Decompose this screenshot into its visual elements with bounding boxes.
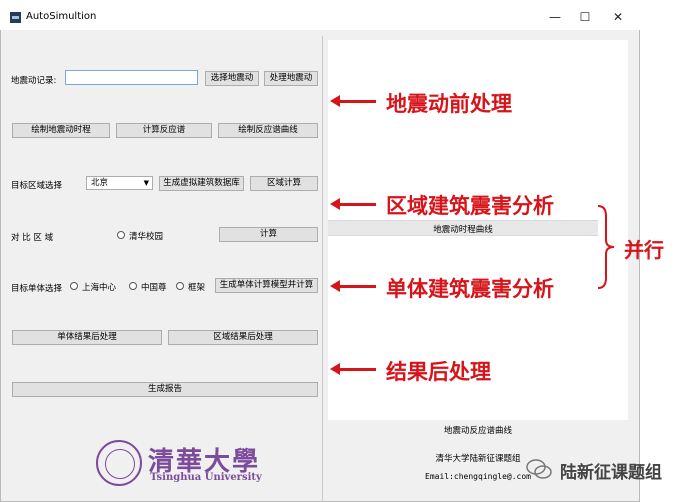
radio-frame[interactable] (176, 282, 184, 290)
panel-divider (322, 36, 323, 502)
arrow-pre-line (338, 100, 376, 103)
radio-shanghai-label: 上海中心 (82, 283, 117, 293)
annotation-pre: 地震动前处理 (386, 92, 512, 116)
select-earthquake-button[interactable]: 选择地震动 (205, 71, 259, 86)
logo-english: Tsinghua University (150, 472, 262, 483)
plot-history-button[interactable]: 绘制地震动时程 (12, 123, 110, 138)
maximize-button[interactable]: ☐ (570, 8, 600, 26)
region-label: 目标区域选择 (11, 181, 63, 191)
annotation-single: 单体建筑震害分析 (386, 277, 554, 301)
spectrum-caption: 地震动反应谱曲线 (443, 426, 512, 436)
record-input[interactable] (65, 70, 198, 85)
tsinghua-seal-icon (96, 440, 142, 486)
radio-frame-label: 框架 (188, 283, 206, 293)
arrow-post-line (338, 368, 376, 371)
region-post-button[interactable]: 区域结果后处理 (168, 330, 318, 345)
window-title: AutoSimultion (26, 11, 97, 22)
process-earthquake-button[interactable]: 处理地震动 (264, 71, 318, 86)
watermark-text: 陆新征课题组 (560, 463, 662, 483)
region-select[interactable]: 北京 ▼ (86, 176, 153, 190)
plot-spectrum-button[interactable]: 绘制反应谱曲线 (218, 123, 318, 138)
radio-zhongguozun-label: 中国尊 (141, 283, 167, 293)
radio-tsinghua[interactable] (117, 231, 125, 239)
single-post-button[interactable]: 单体结果后处理 (12, 330, 162, 345)
arrow-single-line (338, 285, 376, 288)
calc-spectrum-button[interactable]: 计算反应谱 (116, 123, 212, 138)
generate-report-button[interactable]: 生成报告 (12, 382, 318, 397)
single-label: 目标单体选择 (11, 284, 63, 294)
chevron-down-icon: ▼ (143, 179, 149, 187)
single-calc-button[interactable]: 生成单体计算模型并计算 (215, 278, 318, 293)
parallel-bracket (597, 205, 615, 289)
arrow-region-line (338, 203, 376, 206)
record-label: 地震动记录: (11, 76, 57, 86)
radio-shanghai[interactable] (70, 282, 78, 290)
wechat-icon (526, 459, 552, 479)
build-db-button[interactable]: 生成虚拟建筑数据库 (159, 176, 244, 191)
radio-zhongguozun[interactable] (129, 282, 137, 290)
minimize-button[interactable]: — (540, 8, 570, 26)
radio-tsinghua-label: 清华校园 (129, 232, 164, 242)
annotation-parallel: 并行 (624, 238, 664, 262)
region-selected: 北京 (91, 178, 109, 188)
history-caption: 地震动时程曲线 (433, 225, 493, 235)
region-calc-button[interactable]: 区域计算 (250, 176, 318, 191)
close-button[interactable]: ✕ (603, 8, 633, 26)
compare-label: 对 比 区 域 (11, 233, 54, 243)
annotation-post: 结果后处理 (386, 360, 491, 384)
annotation-region: 区域建筑震害分析 (386, 194, 554, 218)
app-icon (10, 12, 21, 23)
compare-calc-button[interactable]: 计算 (219, 227, 318, 242)
